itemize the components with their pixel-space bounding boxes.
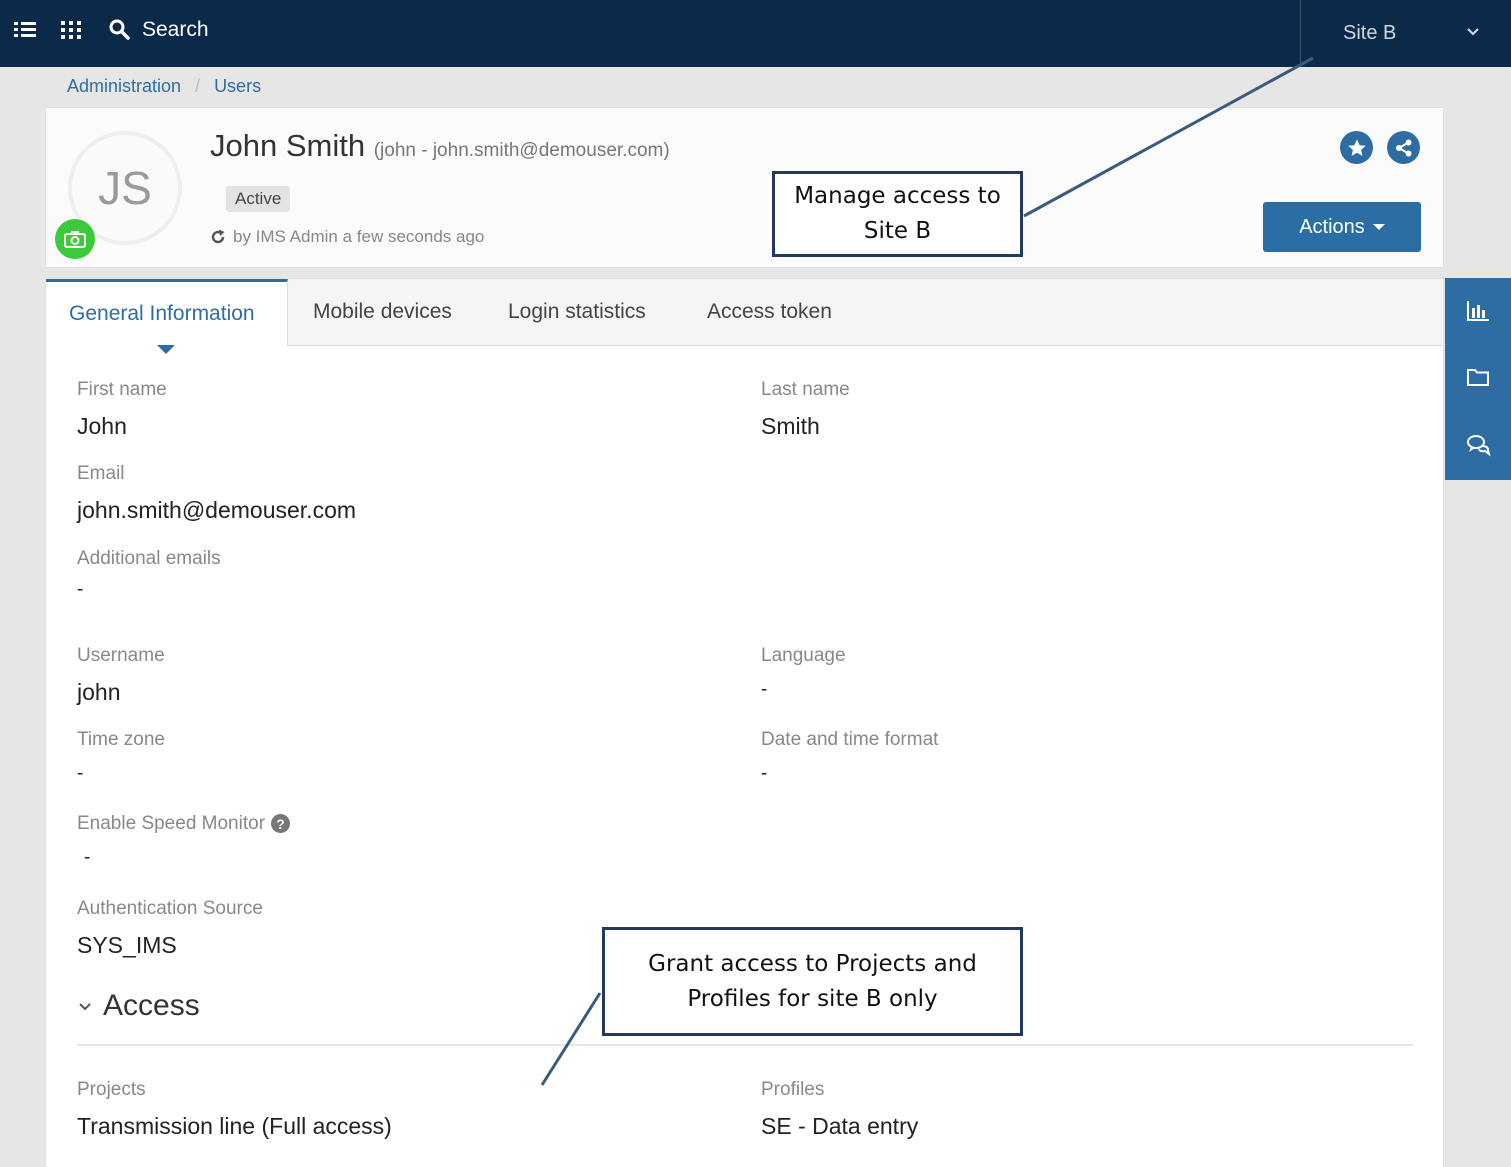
additional-emails-value: - bbox=[77, 579, 84, 600]
help-icon[interactable]: ? bbox=[271, 814, 291, 834]
breadcrumb-administration[interactable]: Administration bbox=[67, 76, 181, 97]
email-label: Email bbox=[77, 463, 125, 484]
bar-chart-icon[interactable] bbox=[1465, 298, 1491, 324]
chevron-down-icon bbox=[79, 1003, 91, 1011]
refresh-icon bbox=[211, 229, 225, 244]
callout-grant-access: Grant access to Projects and Profiles fo… bbox=[602, 927, 1023, 1036]
apps-grid-icon[interactable] bbox=[58, 16, 86, 44]
date-time-format-label: Date and time format bbox=[761, 729, 939, 750]
change-photo-button[interactable] bbox=[55, 219, 95, 259]
tab-login-statistics[interactable]: Login statistics bbox=[508, 279, 646, 345]
language-value: - bbox=[761, 679, 768, 700]
access-section-title: Access bbox=[103, 989, 200, 1022]
speed-monitor-label: Enable Speed Monitor bbox=[77, 813, 266, 834]
site-selector[interactable]: Site B bbox=[1300, 0, 1511, 67]
last-updated-text: by IMS Admin a few seconds ago bbox=[233, 227, 485, 246]
user-subtitle: (john - john.smith@demouser.com) bbox=[373, 140, 670, 161]
breadcrumb-users[interactable]: Users bbox=[214, 76, 261, 97]
callout-line: Site B bbox=[863, 218, 932, 244]
site-selector-value: Site B bbox=[1343, 22, 1397, 44]
breadcrumb: Administration / Users bbox=[67, 76, 261, 97]
camera-icon bbox=[64, 231, 86, 248]
projects-label: Projects bbox=[77, 1079, 146, 1100]
star-icon bbox=[1347, 139, 1366, 156]
avatar-initials: JS bbox=[98, 162, 152, 214]
callout-line: Manage access to bbox=[794, 183, 1001, 209]
chevron-down-icon bbox=[1467, 28, 1479, 36]
tab-label: Access token bbox=[707, 300, 832, 323]
last-updated: by IMS Admin a few seconds ago bbox=[209, 227, 484, 247]
speed-monitor-label-row: Enable Speed Monitor? bbox=[77, 813, 291, 835]
language-label: Language bbox=[761, 645, 846, 666]
user-full-name: John Smith bbox=[210, 128, 366, 163]
first-name-label: First name bbox=[77, 379, 167, 400]
right-side-toolbar bbox=[1445, 278, 1511, 480]
search-label: Search bbox=[142, 18, 209, 41]
email-value: john.smith@demouser.com bbox=[77, 497, 357, 523]
actions-label: Actions bbox=[1299, 215, 1365, 238]
tab-bar: General Information Mobile devices Login… bbox=[46, 279, 1443, 346]
time-zone-value: - bbox=[77, 763, 84, 784]
status-badge: Active bbox=[226, 186, 291, 212]
user-title: John Smith (john - john.smith@demouser.c… bbox=[210, 128, 670, 164]
section-divider bbox=[77, 1044, 1413, 1046]
top-navigation-bar: Search Site B bbox=[0, 0, 1511, 67]
callout-manage-access: Manage access to Site B bbox=[772, 171, 1023, 257]
actions-dropdown-button[interactable]: Actions bbox=[1263, 202, 1421, 252]
username-value: john bbox=[77, 679, 121, 705]
username-label: Username bbox=[77, 645, 165, 666]
last-name-value: Smith bbox=[761, 413, 820, 439]
additional-emails-label: Additional emails bbox=[77, 548, 221, 569]
time-zone-label: Time zone bbox=[77, 729, 165, 750]
callout-line: Profiles for site B only bbox=[687, 985, 938, 1012]
tab-label: Login statistics bbox=[508, 300, 646, 323]
tab-mobile-devices[interactable]: Mobile devices bbox=[313, 279, 452, 345]
access-section-toggle[interactable]: Access bbox=[77, 989, 200, 1023]
tab-label: General Information bbox=[69, 302, 255, 325]
tab-access-token[interactable]: Access token bbox=[707, 279, 832, 345]
user-header-card: JS John Smith (john - john.smith@demouse… bbox=[45, 107, 1444, 268]
last-name-label: Last name bbox=[761, 379, 850, 400]
profiles-label: Profiles bbox=[761, 1079, 825, 1100]
share-icon bbox=[1395, 139, 1411, 156]
folder-icon[interactable] bbox=[1465, 364, 1491, 390]
breadcrumb-separator: / bbox=[195, 76, 201, 96]
tab-label: Mobile devices bbox=[313, 300, 452, 323]
callout-line: Grant access to Projects and bbox=[648, 950, 977, 977]
favorite-button[interactable] bbox=[1340, 131, 1373, 164]
auth-source-label: Authentication Source bbox=[77, 898, 263, 919]
speed-monitor-value: - bbox=[84, 847, 91, 868]
search-button[interactable]: Search bbox=[108, 15, 209, 45]
first-name-value: John bbox=[77, 413, 127, 439]
projects-value: Transmission line (Full access) bbox=[77, 1113, 392, 1139]
list-icon[interactable] bbox=[12, 16, 40, 44]
active-tab-indicator bbox=[157, 345, 175, 354]
search-icon bbox=[109, 19, 130, 40]
date-time-format-value: - bbox=[761, 763, 768, 784]
tab-general-information[interactable]: General Information bbox=[46, 279, 288, 346]
share-button[interactable] bbox=[1387, 131, 1420, 164]
caret-down-icon bbox=[1372, 224, 1385, 230]
auth-source-value: SYS_IMS bbox=[77, 932, 177, 958]
profiles-value: SE - Data entry bbox=[761, 1113, 919, 1139]
chat-icon[interactable] bbox=[1465, 432, 1491, 458]
